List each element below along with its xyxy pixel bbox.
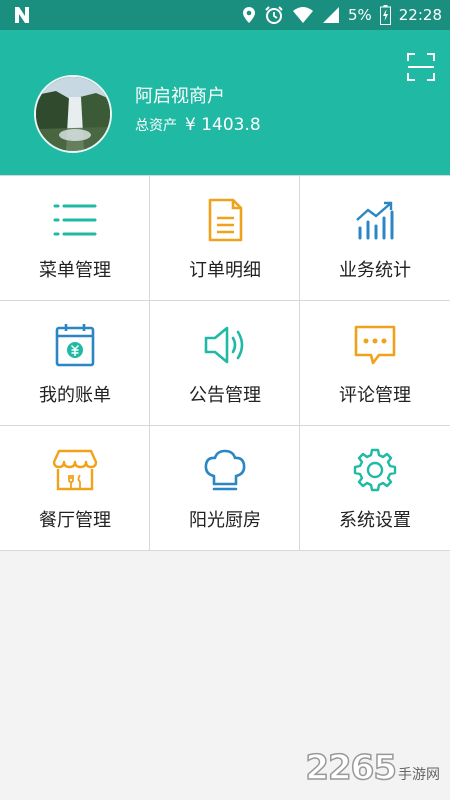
shop-name: 阿启视商户 <box>135 86 225 107</box>
my-bills-label: 我的账单 <box>39 385 111 406</box>
order-details-label: 订单明细 <box>189 260 261 281</box>
watermark-number: 2265 <box>305 747 398 789</box>
assets-value: ¥ 1403.8 <box>185 115 261 135</box>
speaker-icon <box>201 323 249 367</box>
gear-icon <box>351 448 399 492</box>
calendar-bill-icon <box>51 323 99 367</box>
announcements-label: 公告管理 <box>189 385 261 406</box>
battery-percent: 5% <box>347 6 372 24</box>
menu-management-label: 菜单管理 <box>39 260 111 281</box>
system-settings-label: 系统设置 <box>339 510 411 531</box>
comments-label: 评论管理 <box>339 385 411 406</box>
clock: 22:28 <box>398 6 442 24</box>
watermark-text: 手游网 <box>398 767 440 783</box>
alarm-icon <box>265 6 283 24</box>
n-logo-icon <box>15 7 29 23</box>
menu-management-button[interactable]: 菜单管理 <box>0 176 150 301</box>
restaurant-management-button[interactable]: 餐厅管理 <box>0 426 150 551</box>
list-icon <box>51 198 99 242</box>
merchant-header: 阿启视商户 总资产 ¥ 1403.8 <box>0 30 450 175</box>
chart-icon <box>351 198 399 242</box>
restaurant-icon <box>51 448 99 492</box>
document-icon <box>201 198 249 242</box>
sunshine-kitchen-button[interactable]: 阳光厨房 <box>150 426 300 551</box>
comment-icon <box>351 323 399 367</box>
signal-icon <box>322 7 339 23</box>
my-bills-button[interactable]: 我的账单 <box>0 301 150 426</box>
waterfall-photo <box>36 77 110 151</box>
comments-button[interactable]: 评论管理 <box>300 301 450 426</box>
restaurant-management-label: 餐厅管理 <box>39 510 111 531</box>
sunshine-kitchen-label: 阳光厨房 <box>189 510 261 531</box>
system-settings-button[interactable]: 系统设置 <box>300 426 450 551</box>
status-bar: 5% 22:28 <box>0 0 450 30</box>
function-grid: 菜单管理 订单明细 业务统计 我的账单 公告管理 评论管理 餐厅管理 阳光厨房 … <box>0 175 450 551</box>
announcements-button[interactable]: 公告管理 <box>150 301 300 426</box>
avatar[interactable] <box>34 75 112 153</box>
order-details-button[interactable]: 订单明细 <box>150 176 300 301</box>
assets-label: 总资产 <box>135 118 177 134</box>
wifi-icon <box>292 7 313 23</box>
chef-hat-icon <box>201 448 249 492</box>
total-assets: 总资产 ¥ 1403.8 <box>135 115 261 135</box>
business-stats-label: 业务统计 <box>339 260 411 281</box>
watermark: 2265 手游网 <box>305 747 440 789</box>
location-icon <box>242 7 255 23</box>
business-stats-button[interactable]: 业务统计 <box>300 176 450 301</box>
battery-icon <box>379 5 391 25</box>
scan-icon[interactable] <box>406 52 436 82</box>
